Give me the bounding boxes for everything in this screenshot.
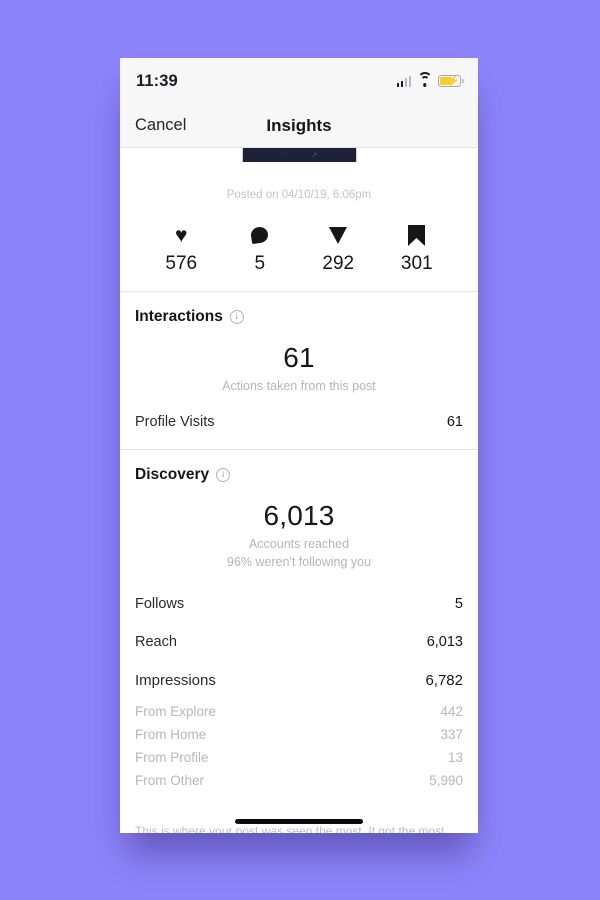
interactions-hero: 61 Actions taken from this post: [135, 330, 463, 409]
interactions-title: Interactions: [135, 308, 223, 325]
caption-line-1: Accounts reached: [248, 537, 350, 552]
interactions-total: 61: [283, 342, 315, 373]
row-label: From Explore: [135, 704, 217, 720]
lightning-bolt-icon: ⚡: [447, 75, 460, 87]
battery-charging-icon: ⚡: [438, 75, 464, 87]
comment-icon: [221, 223, 300, 247]
row-value: 442: [440, 704, 463, 720]
accounts-reached-caption: Accounts reached 96% weren't following y…: [135, 535, 463, 571]
interactions-header: Interactions i: [135, 308, 463, 326]
thumb-heart-icon: ♡: [280, 149, 289, 160]
row-impressions: Impressions 6,782: [135, 661, 463, 700]
stat-shares: 292: [299, 223, 378, 275]
insights-scroll-area[interactable]: ♡ ↗ Posted on 04/10/19, 6:06pm ♥ 576 5 2…: [120, 148, 478, 833]
wifi-icon: [417, 71, 432, 87]
row-label: Impressions: [135, 672, 216, 690]
heart-icon: ♥: [175, 223, 188, 247]
row-follows: Follows 5: [135, 585, 463, 623]
accounts-reached-total: 6,013: [263, 500, 335, 532]
engagement-stats-row: ♥ 576 5 292 301: [120, 201, 478, 291]
info-icon[interactable]: i: [216, 468, 231, 483]
stat-saves: 301: [378, 223, 457, 275]
status-indicators: ⚡: [396, 71, 464, 87]
posted-on-timestamp: Posted on 04/10/19, 6:06pm: [226, 189, 372, 201]
row-label: From Other: [135, 773, 205, 789]
discovery-section: Discovery i 6,013 Accounts reached 96% w…: [120, 450, 478, 806]
row-from-explore: From Explore 442: [135, 700, 463, 723]
row-profile-visits: Profile Visits 61: [135, 409, 463, 435]
stat-comments: 5: [221, 223, 300, 275]
nav-bar: Cancel Insights: [120, 104, 478, 148]
row-from-profile: From Profile 13: [135, 746, 463, 769]
saves-count: 301: [400, 253, 433, 274]
stat-likes: ♥ 576: [142, 223, 221, 275]
row-label: Profile Visits: [135, 414, 215, 431]
row-value: 61: [446, 414, 463, 431]
interactions-rows: Profile Visits 61: [135, 409, 463, 449]
likes-count: 576: [165, 253, 198, 274]
caption-line-2: 96% weren't following you: [226, 555, 372, 570]
row-from-other: From Other 5,990: [135, 769, 463, 792]
post-thumbnail-sliver[interactable]: ♡ ↗: [120, 148, 478, 162]
info-icon[interactable]: i: [229, 310, 244, 324]
row-value: 5: [454, 596, 463, 613]
discovery-rows: Follows 5 Reach 6,013 Impressions 6,782 …: [135, 585, 463, 806]
status-bar: 11:39 ⚡: [120, 58, 478, 104]
row-value: 6,013: [426, 634, 463, 651]
comments-count: 5: [254, 253, 266, 274]
row-label: Follows: [135, 596, 185, 613]
home-indicator[interactable]: [120, 819, 478, 824]
cellular-signal-icon: [396, 75, 411, 87]
row-value: 6,782: [425, 672, 463, 690]
phone-frame: 11:39 ⚡ Cancel Insights ♡ ↗ Posted on 04…: [120, 58, 478, 833]
shares-count: 292: [322, 253, 355, 274]
cancel-button[interactable]: Cancel: [135, 116, 186, 135]
row-label: Reach: [135, 634, 177, 651]
row-reach: Reach 6,013: [135, 623, 463, 661]
status-time: 11:39: [136, 71, 178, 90]
row-value: 5,990: [429, 773, 463, 789]
row-from-home: From Home 337: [135, 723, 463, 746]
row-value: 337: [440, 727, 463, 743]
discovery-header: Discovery i: [135, 466, 463, 484]
row-value: 13: [447, 750, 463, 766]
row-label: From Home: [135, 727, 207, 743]
interactions-section: Interactions i 61 Actions taken from thi…: [120, 292, 478, 449]
send-icon: [299, 223, 378, 247]
thumb-share-icon: ↗: [310, 149, 318, 160]
post-thumbnail[interactable]: ♡ ↗: [241, 148, 357, 162]
bookmark-icon: [378, 223, 457, 247]
row-label: From Profile: [135, 750, 209, 766]
interactions-caption: Actions taken from this post: [222, 379, 376, 393]
discovery-hero: 6,013 Accounts reached 96% weren't follo…: [135, 488, 463, 585]
discovery-title: Discovery: [135, 466, 210, 484]
